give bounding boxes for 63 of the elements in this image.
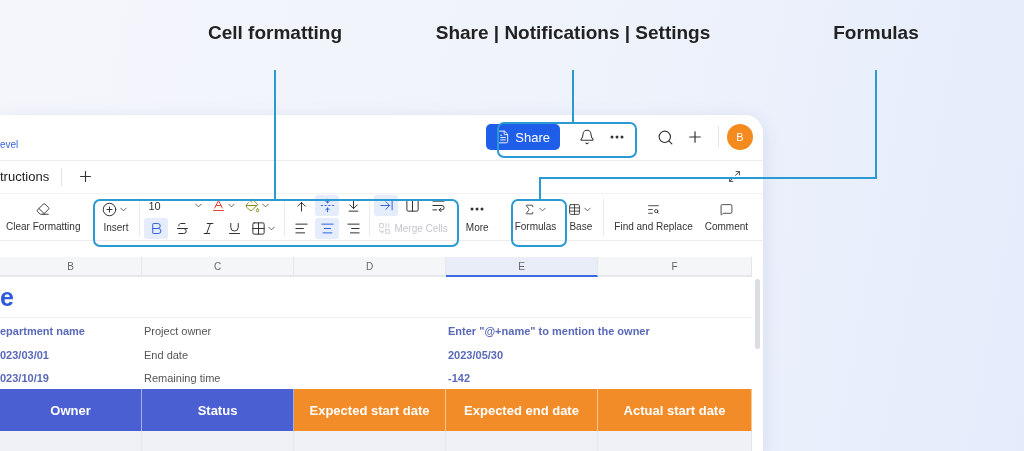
column-header[interactable]: B <box>0 257 142 277</box>
find-icon <box>647 202 660 216</box>
clip-icon <box>404 198 420 213</box>
header-cell: Owner <box>0 389 142 431</box>
table-cell-text: Project owner <box>143 323 213 339</box>
font-size-field[interactable]: 10 <box>144 195 207 216</box>
table-cell-text: 023/03/01 <box>0 347 50 363</box>
table-cell-text: End date <box>143 347 190 363</box>
paint-bucket-icon <box>245 198 261 213</box>
center-icon <box>319 221 335 236</box>
italic-icon <box>200 221 216 236</box>
clear-formatting-button[interactable]: Clear Formatting <box>0 195 87 239</box>
highlight-frame <box>511 199 567 247</box>
merge-icon <box>378 222 392 235</box>
table-cell-text: 2023/05/30 <box>447 347 505 363</box>
sheet-title: e <box>0 277 752 318</box>
text-color-icon <box>211 198 227 213</box>
column-header[interactable]: F <box>598 257 752 277</box>
table-cell-text: Enter "@+name" to mention the owner <box>447 323 651 339</box>
more-button[interactable]: More <box>459 195 495 239</box>
column-header[interactable]: E <box>446 257 598 277</box>
bell-icon <box>579 129 595 146</box>
underline-icon <box>226 221 242 236</box>
borders-icon <box>251 221 267 236</box>
plus-circle-icon <box>102 201 118 217</box>
callout-label: Cell formatting <box>207 22 343 44</box>
column-header[interactable]: C <box>142 257 294 277</box>
search-icon <box>656 128 674 146</box>
middle-icon <box>319 198 335 213</box>
sheet-tab[interactable]: tructions <box>0 167 63 186</box>
find-replace-button[interactable]: Find and Replace <box>608 195 699 239</box>
table-cell-text: epartment name <box>0 323 86 339</box>
expand-icon <box>727 170 741 184</box>
left-icon <box>293 221 309 236</box>
vertical-align-button[interactable] <box>315 195 340 216</box>
table-icon <box>568 202 582 216</box>
breadcrumb-link[interactable]: evel <box>0 138 19 150</box>
insert-button[interactable]: Insert <box>96 195 136 239</box>
callout-label: Share | Notifications | Settings <box>435 22 711 44</box>
header-cell: Expected end date <box>446 389 598 431</box>
callout-label: Formulas <box>833 22 919 44</box>
scrollbar-thumb[interactable] <box>755 279 760 349</box>
share-button[interactable]: Share <box>486 124 560 151</box>
comment-button[interactable]: Comment <box>698 195 755 239</box>
comment-icon <box>719 202 733 216</box>
ellipsis-icon <box>610 135 624 140</box>
header-cell: Status <box>142 389 294 431</box>
header-cell: Expected start date <box>294 389 446 431</box>
wrap-icon <box>430 198 446 213</box>
text-wrap-button[interactable] <box>374 195 399 216</box>
table-cell-text: -142 <box>447 370 472 386</box>
column-header[interactable]: D <box>294 257 446 277</box>
eraser-icon <box>36 202 51 216</box>
table-cell-text: Remaining time <box>143 370 222 386</box>
ellipsis-icon <box>470 207 485 211</box>
document-icon <box>496 130 511 145</box>
overflow-icon <box>378 198 394 213</box>
table-cell-text: 023/10/19 <box>0 370 50 386</box>
right-icon <box>345 221 361 236</box>
strikethrough-icon <box>174 221 190 236</box>
base-button[interactable]: Base <box>562 195 600 239</box>
header-cell: Actual start date <box>598 389 752 431</box>
formulas-button[interactable]: Formulas <box>508 195 563 239</box>
